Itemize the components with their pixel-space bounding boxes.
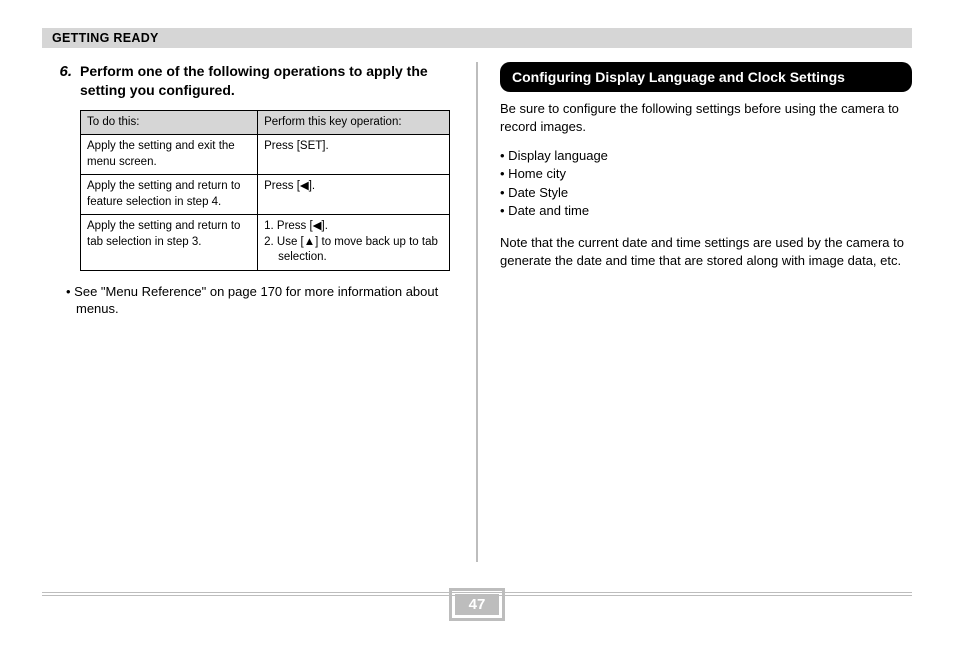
- list-item: • Home city: [500, 165, 912, 183]
- content-columns: 6. Perform one of the following operatio…: [42, 62, 912, 562]
- table-cell: Press [SET].: [258, 135, 450, 175]
- table-row: Apply the setting and return to feature …: [81, 175, 450, 215]
- table-cell-item: 1. Press [◀].: [264, 219, 443, 235]
- list-item: • Display language: [500, 147, 912, 165]
- table-cell: Apply the setting and exit the menu scre…: [81, 135, 258, 175]
- page-number-box: 47: [449, 588, 506, 621]
- table-row: Apply the setting and exit the menu scre…: [81, 135, 450, 175]
- step-text: Perform one of the following operations …: [80, 62, 454, 100]
- section-header: GETTING READY: [42, 28, 912, 48]
- table-cell: Apply the setting and return to tab sele…: [81, 215, 258, 271]
- step-number: 6.: [54, 62, 72, 100]
- table-header: Perform this key operation:: [258, 110, 450, 135]
- menu-reference-note: • See "Menu Reference" on page 170 for m…: [54, 283, 454, 318]
- right-column: Configuring Display Language and Clock S…: [478, 62, 912, 562]
- key-operations-table: To do this: Perform this key operation: …: [80, 110, 450, 271]
- table-cell-item: 2. Use [▲] to move back up to tab select…: [264, 235, 443, 266]
- intro-paragraph: Be sure to configure the following setti…: [500, 100, 912, 135]
- note-paragraph: Note that the current date and time sett…: [500, 234, 912, 269]
- table-row: Apply the setting and return to tab sele…: [81, 215, 450, 271]
- settings-list: • Display language • Home city • Date St…: [500, 147, 912, 220]
- step-6: 6. Perform one of the following operatio…: [54, 62, 454, 100]
- page: GETTING READY 6. Perform one of the foll…: [0, 0, 954, 646]
- callout-heading: Configuring Display Language and Clock S…: [500, 62, 912, 92]
- table-cell: 1. Press [◀]. 2. Use [▲] to move back up…: [258, 215, 450, 271]
- page-footer: 47: [42, 592, 912, 632]
- page-number: 47: [455, 594, 500, 615]
- left-column: 6. Perform one of the following operatio…: [42, 62, 476, 562]
- list-item: • Date and time: [500, 202, 912, 220]
- list-item: • Date Style: [500, 184, 912, 202]
- table-header: To do this:: [81, 110, 258, 135]
- table-cell: Press [◀].: [258, 175, 450, 215]
- table-cell: Apply the setting and return to feature …: [81, 175, 258, 215]
